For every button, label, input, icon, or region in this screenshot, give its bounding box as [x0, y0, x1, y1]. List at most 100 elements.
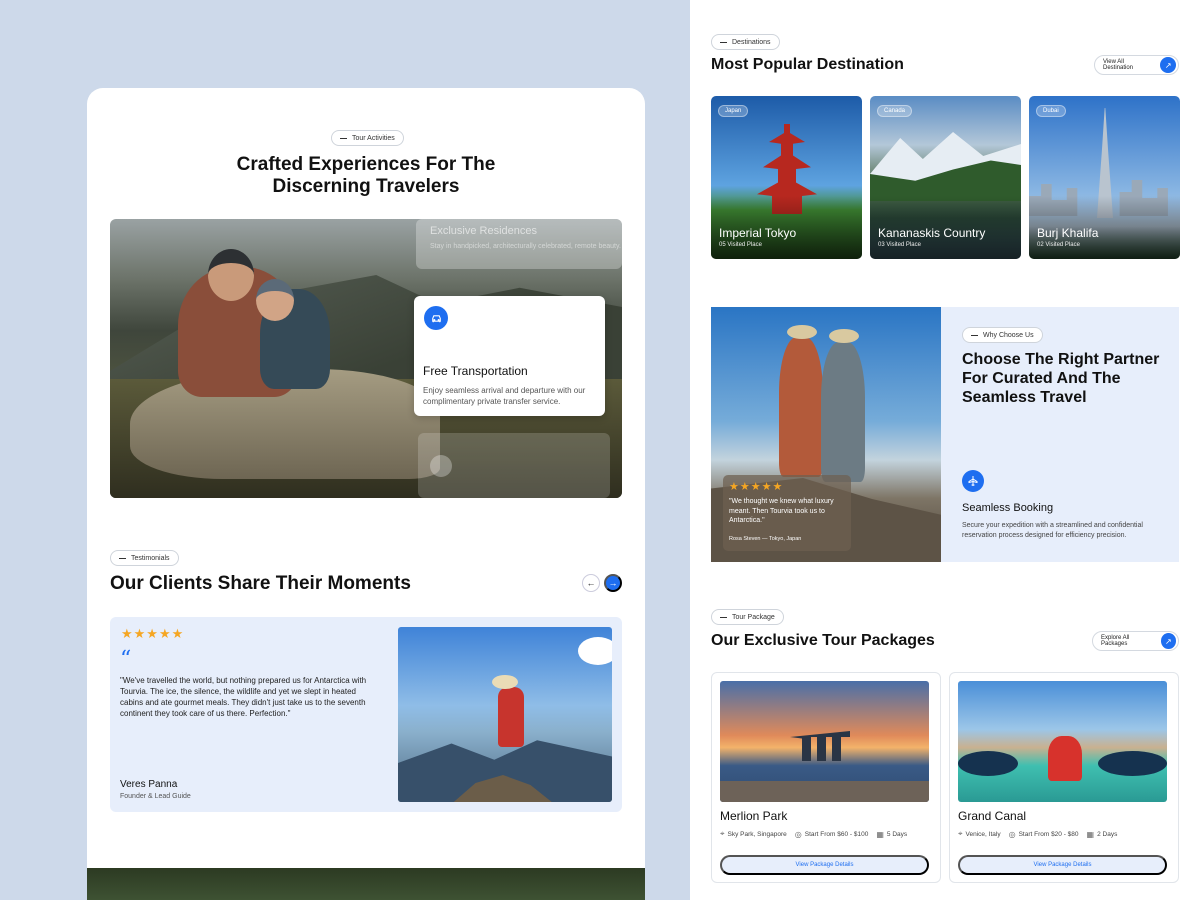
package-name: Merlion Park: [720, 809, 788, 823]
man-head: [208, 249, 254, 301]
package-location: ⌖ Venice, Italy: [958, 829, 1001, 839]
package-name: Grand Canal: [958, 809, 1027, 823]
testimonials-title: Our Clients Share Their Moments: [110, 573, 411, 594]
price-text: Start From $20 - $80: [1018, 830, 1079, 838]
destination-card-burj-khalifa[interactable]: Dubai Burj Khalifa 02 Visited Place: [1029, 96, 1180, 259]
days-text: 5 Days: [886, 830, 908, 838]
destination-name: Imperial Tokyo: [719, 226, 797, 240]
calendar-icon: ▦: [1086, 829, 1095, 839]
view-all-destination-button[interactable]: View All Destination ↗: [1094, 55, 1179, 75]
package-image: [720, 681, 929, 802]
ghost-card-lower: [418, 433, 610, 498]
package-price: ◎ Start From $60 - $100: [795, 830, 869, 839]
testimonial-author-role: Founder & Lead Guide: [120, 793, 191, 800]
package-card-merlion-park: Merlion Park ⌖ Sky Park, Singapore ◎ Start…: [711, 672, 941, 883]
explore-all-packages-button[interactable]: Explore All Packages ↗: [1092, 631, 1179, 651]
package-image: [958, 681, 1167, 802]
destination-visited: 02 Visited Place: [1037, 242, 1080, 248]
destination-card-kananaskis[interactable]: Canada Kananaskis Country 03 Visited Pla…: [870, 96, 1021, 259]
rating-stars: ★★★★★: [121, 626, 185, 641]
package-price: ◎ Start From $20 - $80: [1009, 830, 1079, 839]
hiker-hat-1: [787, 325, 817, 339]
location-pin-icon: ⌖: [958, 829, 963, 838]
review-quote: "We thought we knew what luxury meant. T…: [729, 498, 834, 524]
traveler-figure: [1048, 736, 1082, 781]
hiker-hat-2: [829, 329, 859, 343]
destinations-title: Most Popular Destination: [711, 56, 904, 73]
skyline-shape: [790, 731, 850, 761]
feature-description: Enjoy seamless arrival and departure wit…: [423, 386, 586, 406]
feature-title: Seamless Booking: [962, 502, 1054, 514]
ghost-card-icon: [430, 455, 452, 477]
destinations-pill: Destinations: [711, 34, 780, 50]
testimonial-quote: "We've travelled the world, but nothing …: [120, 676, 367, 718]
arrow-up-right-icon: ↗: [1160, 57, 1176, 73]
woman-head: [256, 279, 294, 321]
destination-visited: 05 Visited Place: [719, 242, 762, 248]
days-text: 2 Days: [1097, 830, 1118, 838]
testimonial-card: ★★★★★ “ "We've travelled the world, but …: [110, 617, 622, 812]
button-label: Explore All Packages: [1101, 635, 1130, 647]
price-text: Start From $60 - $100: [804, 830, 869, 838]
previous-testimonial-button[interactable]: ←: [582, 574, 600, 592]
why-choose-us-panel: Why Choose Us Choose The Right Partner F…: [941, 307, 1179, 562]
gondola-shape: [958, 751, 1018, 776]
pill-dash-icon: [720, 616, 727, 618]
pill-label: Why Choose Us: [983, 331, 1034, 339]
tour-activities-pill: Tour Activities: [331, 130, 404, 146]
destination-visited: 03 Visited Place: [878, 242, 921, 248]
pill-dash-icon: [119, 557, 126, 559]
pill-label: Tour Package: [732, 613, 775, 621]
why-choose-us-title: Choose The Right Partner For Curated And…: [962, 351, 1160, 406]
tour-activities-card: Tour Activities Crafted Experiences For …: [87, 88, 645, 900]
location-pin-icon: ⌖: [720, 829, 725, 838]
title-line-2: Discerning Travelers: [272, 176, 460, 197]
destination-card-tokyo[interactable]: Japan Imperial Tokyo 05 Visited Place: [711, 96, 862, 259]
car-icon: [424, 306, 448, 330]
package-location: ⌖ Sky Park, Singapore: [720, 829, 787, 839]
destination-name: Burj Khalifa: [1037, 226, 1099, 240]
review-overlay-card: ★★★★★ "We thought we knew what luxury me…: [723, 475, 851, 551]
traveler-figure: [498, 687, 524, 747]
tour-activities-title: Crafted Experiences For The Discerning T…: [87, 154, 645, 198]
arrow-up-right-icon: ↗: [1160, 633, 1176, 649]
camping-hero-image: Exclusive Residences Stay in handpicked,…: [110, 219, 622, 498]
testimonial-author-name: Veres Panna: [120, 779, 178, 790]
why-choose-us-pill: Why Choose Us: [962, 327, 1043, 343]
pill-dash-icon: [340, 137, 347, 139]
hikers-image: ★★★★★ "We thought we knew what luxury me…: [711, 307, 941, 562]
airplane-icon: [962, 470, 984, 492]
package-duration: ▦ 5 Days: [876, 830, 907, 839]
review-author: Rosa Steven — Tokyo, Japan: [729, 536, 802, 542]
tag-icon: ◎: [1008, 829, 1016, 839]
feature-title: Free Transportation: [423, 364, 528, 378]
package-meta: ⌖ Sky Park, Singapore ◎ Start From $60 - $…: [720, 829, 907, 839]
calendar-icon: ▦: [876, 829, 884, 839]
package-duration: ▦ 2 Days: [1087, 830, 1118, 839]
pill-label: Testimonials: [131, 554, 170, 562]
tag-icon: ◎: [794, 829, 802, 839]
testimonials-pill: Testimonials: [110, 550, 179, 566]
package-card-grand-canal: Grand Canal ⌖ Venice, Italy ◎ Start From $…: [949, 672, 1179, 883]
location-text: Sky Park, Singapore: [727, 830, 787, 838]
ghost-card-title: Exclusive Residences: [430, 225, 537, 237]
free-transportation-card[interactable]: Free Transportation Enjoy seamless arriv…: [414, 296, 605, 416]
view-package-details-button[interactable]: View Package Details: [958, 855, 1167, 875]
packages-title: Our Exclusive Tour Packages: [711, 632, 935, 649]
next-testimonial-button[interactable]: →: [604, 574, 622, 592]
tour-package-pill: Tour Package: [711, 609, 784, 625]
traveler-hat: [492, 675, 518, 689]
pill-label: Tour Activities: [352, 134, 395, 142]
feature-description: Secure your expedition with a streamline…: [962, 522, 1143, 539]
hiker-figure-2: [821, 342, 865, 482]
hiker-figure-1: [779, 337, 823, 477]
quote-icon: “: [120, 647, 132, 672]
deck-shape: [720, 781, 929, 802]
review-stars: ★★★★★: [729, 481, 784, 493]
destination-name: Kananaskis Country: [878, 226, 986, 240]
destination-tag: Canada: [877, 105, 913, 117]
ghost-card-exclusive-residences: Exclusive Residences Stay in handpicked,…: [416, 219, 622, 269]
gondola-shape: [1098, 751, 1167, 776]
package-meta: ⌖ Venice, Italy ◎ Start From $20 - $80 ▦ 2 …: [958, 829, 1117, 839]
view-package-details-button[interactable]: View Package Details: [720, 855, 929, 875]
